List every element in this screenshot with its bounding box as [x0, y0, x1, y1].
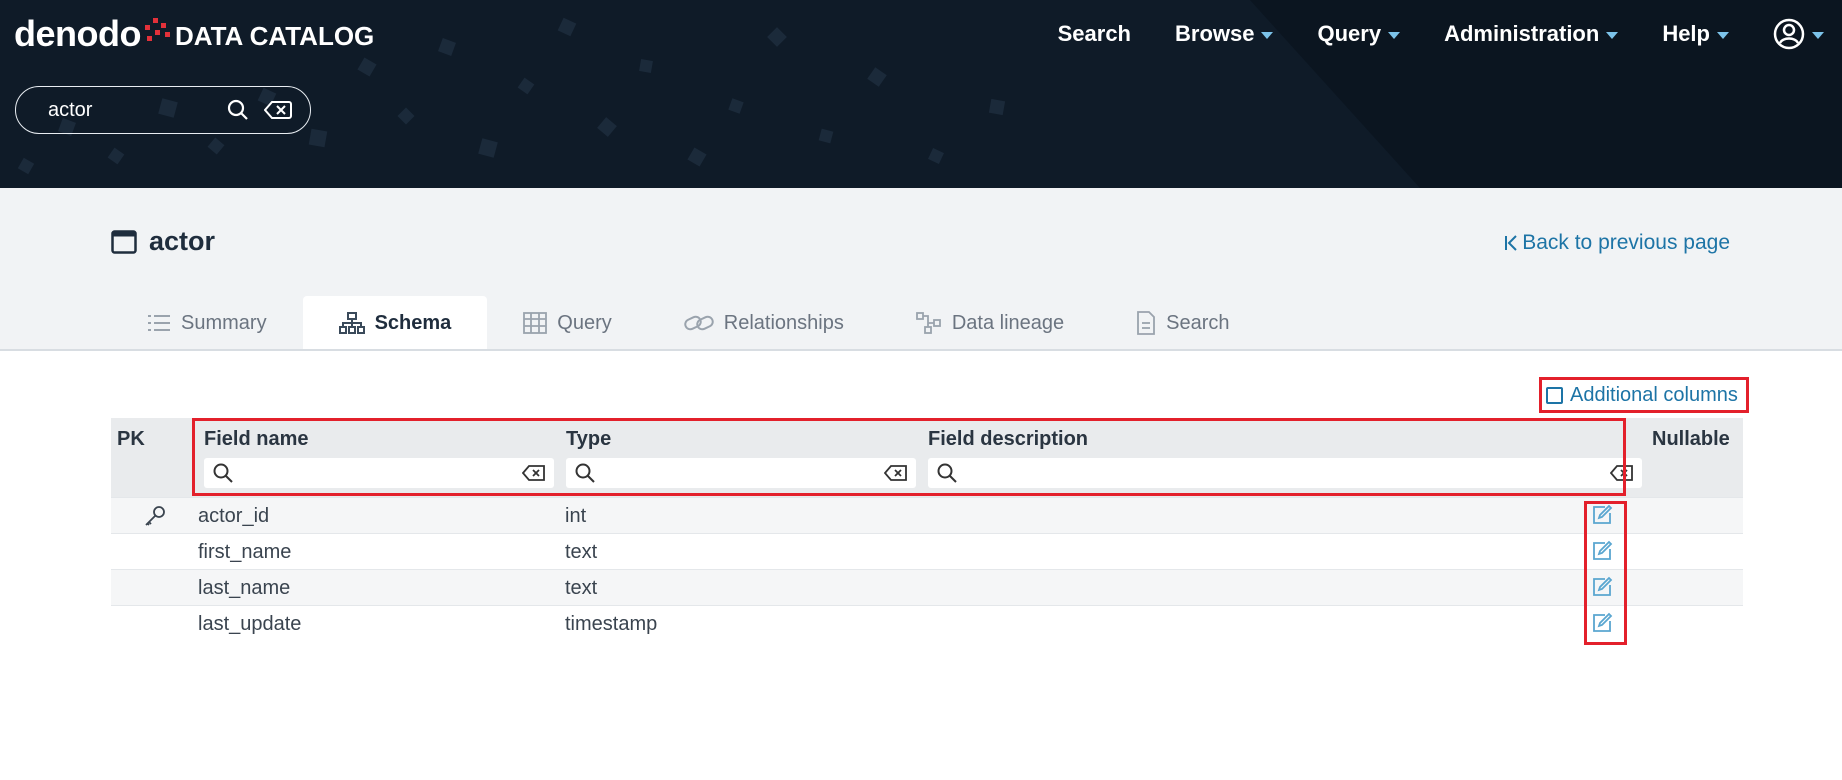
nav-query-label: Query	[1317, 21, 1382, 46]
grid-icon	[523, 312, 548, 334]
nav-browse-label: Browse	[1175, 21, 1255, 46]
app-header: denodo DATA CATALOG Search Browse Query …	[0, 0, 1842, 188]
type-cell: timestamp	[565, 613, 658, 635]
tab-query-label: Query	[557, 311, 612, 334]
tab-schema[interactable]: Schema	[302, 296, 488, 350]
caret-down-icon	[1717, 32, 1729, 39]
field-name-cell: first_name	[198, 541, 292, 563]
page-title: actor	[111, 226, 215, 257]
header-highlight-box	[192, 418, 1626, 496]
schema-table-header: PK Field name Type Field description Nul…	[111, 418, 1743, 497]
type-cell: int	[565, 505, 587, 527]
tab-relationships[interactable]: Relationships	[648, 296, 880, 350]
tab-bar: Summary Schema Query Relationships Data …	[111, 296, 1266, 350]
edit-column-highlight-box	[1584, 501, 1627, 645]
table-row: first_name text	[111, 533, 1743, 569]
tab-data-lineage[interactable]: Data lineage	[880, 296, 1100, 350]
logo-dots-icon	[143, 18, 173, 54]
user-menu[interactable]	[1773, 18, 1824, 50]
nav-help[interactable]: Help	[1662, 21, 1729, 47]
user-circle-icon	[1773, 18, 1805, 50]
clear-input-icon[interactable]	[264, 100, 292, 120]
additional-columns-toggle[interactable]: Additional columns	[1539, 377, 1749, 413]
table-row: last_name text	[111, 569, 1743, 605]
table-row: actor_id int	[111, 497, 1743, 533]
field-name-cell: last_update	[198, 613, 302, 635]
main-nav: Search Browse Query Administration Help	[1058, 16, 1842, 52]
list-icon	[148, 315, 170, 331]
document-icon	[1137, 311, 1156, 335]
caret-down-icon	[1606, 32, 1619, 39]
additional-columns-label: Additional columns	[1570, 383, 1738, 406]
link-icon	[684, 315, 714, 331]
table-row: last_update timestamp	[111, 605, 1743, 641]
type-cell: text	[565, 577, 598, 599]
nav-query[interactable]: Query	[1317, 21, 1401, 47]
hierarchy-icon	[338, 312, 365, 334]
nav-administration[interactable]: Administration	[1444, 21, 1619, 47]
tab-query[interactable]: Query	[487, 296, 647, 350]
view-window-icon	[111, 229, 137, 254]
nav-browse[interactable]: Browse	[1175, 21, 1274, 47]
column-header-pk: PK	[117, 428, 145, 450]
column-header-nullable[interactable]: Nullable	[1652, 428, 1730, 451]
nav-administration-label: Administration	[1444, 21, 1600, 46]
caret-down-icon	[1812, 32, 1824, 39]
tab-schema-label: Schema	[374, 311, 452, 334]
tab-relationships-label: Relationships	[723, 311, 844, 334]
global-search-input[interactable]: actor	[48, 99, 226, 122]
back-to-previous-link[interactable]: Back to previous page	[1504, 231, 1730, 255]
caret-down-icon	[1388, 32, 1401, 39]
back-icon	[1505, 235, 1517, 251]
back-link-label: Back to previous page	[1522, 231, 1730, 254]
additional-columns-checkbox[interactable]	[1546, 386, 1563, 404]
type-cell: text	[565, 541, 598, 563]
caret-down-icon	[1261, 32, 1274, 39]
nav-search[interactable]: Search	[1058, 21, 1131, 47]
tab-data-lineage-label: Data lineage	[951, 311, 1065, 334]
global-search-box[interactable]: actor	[15, 86, 311, 134]
lineage-icon	[915, 312, 941, 334]
tab-summary[interactable]: Summary	[111, 296, 303, 350]
tab-underline	[0, 349, 1842, 351]
primary-key-icon	[143, 504, 167, 534]
tab-summary-label: Summary	[181, 311, 267, 334]
page-title-text: actor	[149, 226, 216, 256]
logo-brand: denodo	[14, 13, 141, 54]
tab-search-label: Search	[1166, 311, 1230, 334]
denodo-logo[interactable]: denodo DATA CATALOG	[14, 14, 374, 54]
field-name-cell: last_name	[198, 577, 291, 599]
nav-help-label: Help	[1662, 21, 1710, 46]
field-name-cell: actor_id	[198, 505, 270, 527]
schema-table-body: actor_id int first_name text last_name t…	[111, 497, 1743, 641]
logo-product: DATA CATALOG	[174, 21, 375, 51]
nav-search-label: Search	[1057, 21, 1131, 46]
tab-search[interactable]: Search	[1100, 296, 1265, 350]
schema-table: PK Field name Type Field description Nul…	[111, 418, 1743, 641]
search-icon[interactable]	[226, 98, 250, 122]
